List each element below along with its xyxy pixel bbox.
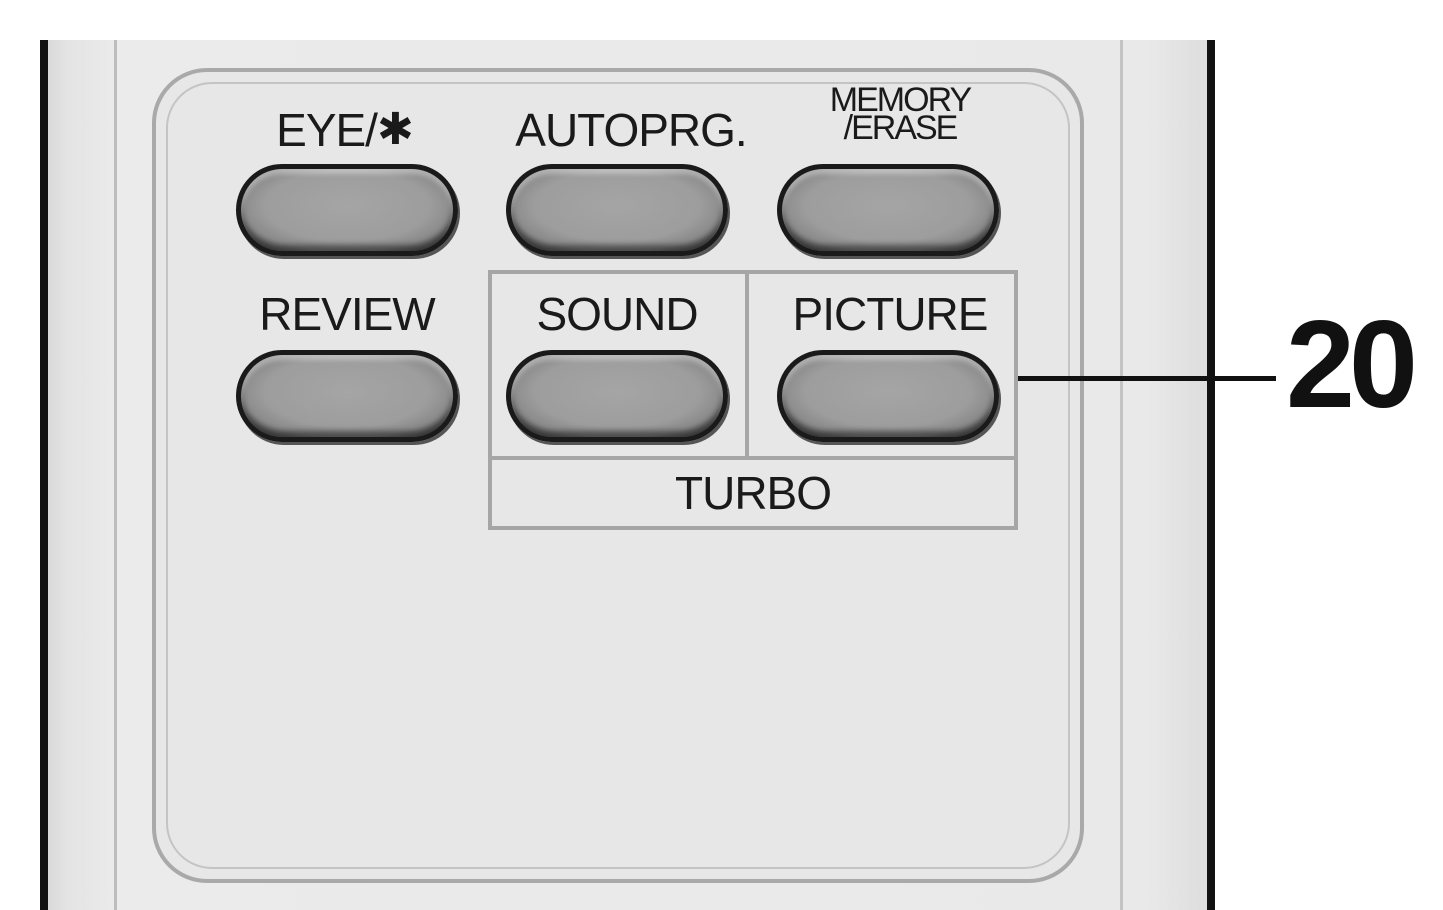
review-label: REVIEW <box>259 288 435 340</box>
callout-leader-line <box>1018 376 1276 381</box>
eye-label: EYE/✱ <box>262 103 427 157</box>
eye-button[interactable] <box>236 164 458 256</box>
asterisk-icon: ✱ <box>376 105 414 154</box>
review-button[interactable] <box>236 350 458 442</box>
turbo-group-separator <box>488 456 1018 460</box>
turbo-group-divider <box>745 270 749 456</box>
callout-number: 20 <box>1286 296 1418 434</box>
memory-erase-button[interactable] <box>777 164 999 256</box>
autoprg-button[interactable] <box>506 164 728 256</box>
sound-button[interactable] <box>506 350 728 442</box>
sound-label: SOUND <box>536 288 698 340</box>
turbo-label: TURBO <box>675 467 832 519</box>
autoprg-label: AUTOPRG. <box>515 104 747 156</box>
memory-erase-label: MEMORY /ERASE <box>790 83 1010 147</box>
picture-label: PICTURE <box>792 288 989 340</box>
memory-label-line2: /ERASE <box>843 109 959 147</box>
picture-button[interactable] <box>777 350 999 442</box>
eye-label-text: EYE/ <box>276 104 378 156</box>
